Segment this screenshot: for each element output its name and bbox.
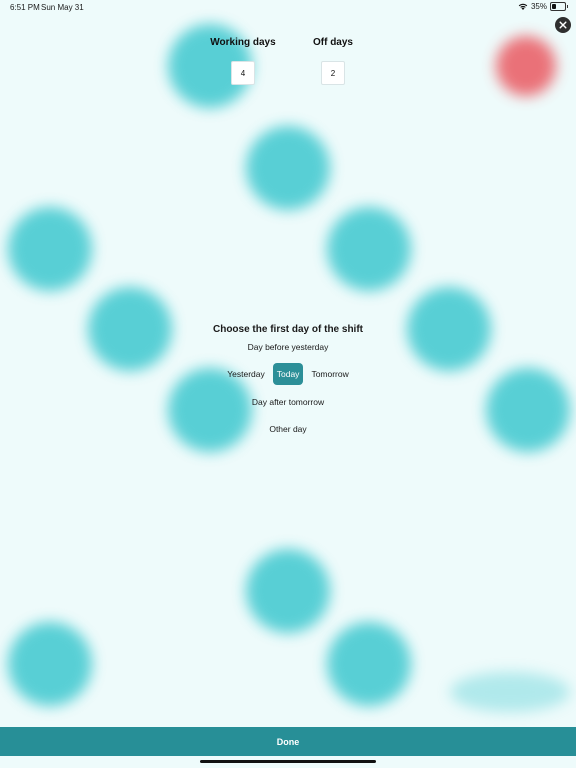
background-blob	[8, 207, 92, 291]
option-yesterday[interactable]: Yesterday	[224, 365, 268, 383]
home-indicator	[200, 760, 376, 763]
status-bar: 6:51 PM Sun May 31 35%	[0, 0, 576, 16]
background-blob-red	[496, 36, 556, 96]
option-day-after-tomorrow[interactable]: Day after tomorrow	[249, 393, 327, 411]
off-days-input[interactable]: 2	[321, 61, 345, 85]
background-blob	[450, 672, 570, 712]
status-time: 6:51 PM	[10, 3, 40, 12]
working-days-label: Working days	[210, 37, 276, 48]
background-blob	[327, 622, 411, 706]
close-icon	[559, 21, 567, 29]
screen: 6:51 PM Sun May 31 35% Working days 4 Of…	[0, 0, 576, 768]
option-other-day[interactable]: Other day	[266, 420, 309, 438]
off-days-group: Off days 2	[298, 37, 368, 85]
done-button[interactable]: Done	[0, 727, 576, 756]
status-indicators: 35%	[518, 2, 568, 11]
shift-title: Choose the first day of the shift	[212, 324, 363, 335]
option-day-before-yesterday[interactable]: Day before yesterday	[245, 338, 332, 356]
option-today[interactable]: Today	[272, 363, 304, 385]
working-days-group: Working days 4	[208, 37, 278, 85]
wifi-icon	[518, 3, 528, 10]
off-days-label: Off days	[312, 37, 353, 48]
working-days-input[interactable]: 4	[231, 61, 255, 85]
close-button[interactable]	[555, 17, 571, 33]
battery-icon	[550, 2, 568, 11]
battery-percent: 35%	[530, 2, 547, 11]
background-blob	[327, 207, 411, 291]
background-blob	[8, 622, 92, 706]
option-tomorrow[interactable]: Tomorrow	[308, 365, 351, 383]
shift-chooser: Choose the first day of the shift Day be…	[0, 324, 576, 438]
status-date: Sun May 31	[41, 3, 84, 12]
background-blob	[246, 549, 330, 633]
background-blob	[246, 126, 330, 210]
